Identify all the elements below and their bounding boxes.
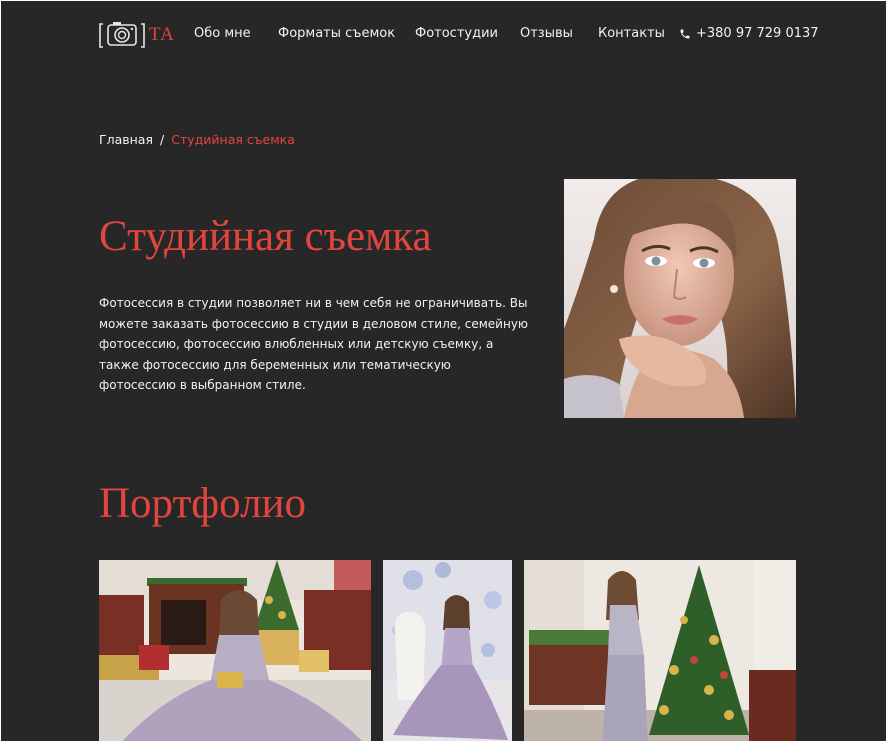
logo[interactable]: ТА (99, 20, 174, 50)
breadcrumb: Главная / Студийная съемка (99, 132, 295, 148)
breadcrumb-home[interactable]: Главная (99, 132, 153, 148)
nav-item-formats[interactable]: Форматы съемок (278, 26, 395, 42)
nav-item-reviews[interactable]: Отзывы (520, 26, 573, 42)
page: ТА Обо мне Форматы съемок Фотостудии Отз… (1, 1, 886, 741)
phone-icon (680, 29, 690, 39)
site-header: ТА Обо мне Форматы съемок Фотостудии Отз… (1, 1, 886, 67)
portfolio-photo[interactable] (99, 560, 371, 741)
portfolio-photo[interactable] (524, 560, 796, 741)
breadcrumb-current: Студийная съемка (171, 132, 295, 147)
phone-link[interactable]: +380 97 729 0137 (679, 26, 819, 42)
portrait-photo (564, 179, 796, 418)
nav-item-studios[interactable]: Фотостудии (415, 26, 498, 42)
portfolio-title: Портфолио (99, 480, 307, 527)
breadcrumb-separator: / (160, 132, 165, 147)
page-title: Студийная съемка (99, 213, 432, 260)
camera-icon (99, 22, 145, 48)
nav-item-contacts[interactable]: Контакты (598, 26, 665, 42)
nav-item-about[interactable]: Обо мне (194, 26, 251, 42)
portfolio-photo[interactable] (383, 560, 512, 741)
phone-number: +380 97 729 0137 (696, 26, 819, 41)
intro-text: Фотосессия в студии позволяет ни в чем с… (99, 296, 529, 392)
logo-text: ТА (149, 24, 175, 45)
